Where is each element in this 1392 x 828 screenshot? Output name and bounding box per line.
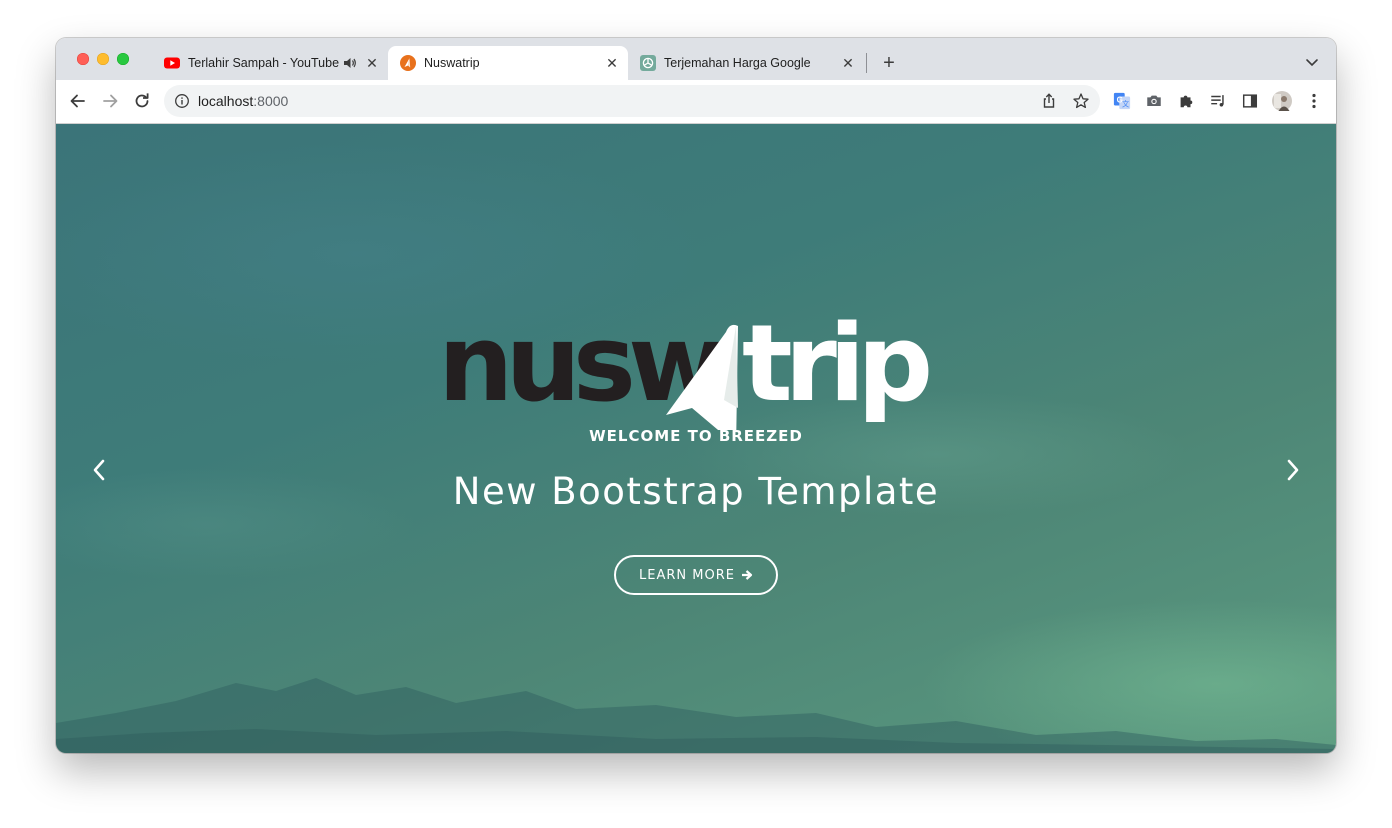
arrow-right-icon [741, 570, 753, 580]
new-tab-button[interactable]: + [878, 52, 900, 74]
speaker-icon[interactable] [342, 55, 358, 71]
tab-title: Terlahir Sampah - YouTube [188, 56, 340, 70]
browser-toolbar: localhost:8000 G文 [56, 80, 1336, 124]
address-bar[interactable]: localhost:8000 [164, 85, 1100, 117]
profile-avatar[interactable] [1272, 91, 1292, 111]
hero-section: nusw trip WELCOME TO BREEZED New Bootstr… [56, 124, 1336, 753]
chevron-down-icon[interactable] [1304, 54, 1320, 70]
info-icon[interactable] [174, 93, 190, 109]
extensions-icon[interactable] [1176, 91, 1196, 111]
tab-title: Terjemahan Harga Google [664, 56, 811, 70]
share-icon[interactable] [1040, 92, 1058, 110]
forward-icon[interactable] [100, 91, 120, 111]
url-host: localhost [198, 93, 254, 109]
google-translate-icon[interactable]: G文 [1112, 91, 1132, 111]
reload-icon[interactable] [132, 91, 152, 111]
browser-window: Terlahir Sampah - YouTube ✕ Nuswatrip ✕ [56, 38, 1336, 753]
youtube-icon [164, 57, 180, 69]
nuswatrip-icon [400, 55, 416, 71]
logo-light-text: trip [742, 302, 929, 425]
url-port: :8000 [253, 93, 289, 109]
tab-google-translate[interactable]: Terjemahan Harga Google ✕ [628, 46, 864, 80]
camera-icon[interactable] [1144, 91, 1164, 111]
star-icon[interactable] [1072, 92, 1090, 110]
svg-text:文: 文 [1122, 99, 1129, 108]
close-tab-icon[interactable]: ✕ [840, 55, 856, 71]
media-icon[interactable] [1208, 91, 1228, 111]
minimize-window-button[interactable] [97, 53, 109, 65]
menu-icon[interactable] [1304, 91, 1324, 111]
maximize-window-button[interactable] [117, 53, 129, 65]
mountain-silhouette [56, 678, 1336, 753]
close-tab-icon[interactable]: ✕ [364, 55, 380, 71]
carousel-next-icon[interactable] [1282, 454, 1304, 486]
back-icon[interactable] [68, 91, 88, 111]
welcome-text: WELCOME TO BREEZED [589, 427, 803, 445]
url-text: localhost:8000 [198, 93, 288, 109]
tab-title: Nuswatrip [424, 56, 480, 70]
tab-strip: Terlahir Sampah - YouTube ✕ Nuswatrip ✕ [56, 38, 1336, 80]
tab-separator [866, 53, 867, 73]
learn-more-label: LEARN MORE [639, 567, 735, 583]
chatgpt-icon [640, 55, 656, 71]
hero-headline: New Bootstrap Template [452, 470, 940, 513]
close-tab-icon[interactable]: ✕ [604, 55, 620, 71]
side-panel-icon[interactable] [1240, 91, 1260, 111]
tab-nuswatrip[interactable]: Nuswatrip ✕ [388, 46, 628, 80]
close-window-button[interactable] [77, 53, 89, 65]
carousel-prev-icon[interactable] [88, 454, 110, 486]
learn-more-button[interactable]: LEARN MORE [614, 555, 778, 595]
tab-youtube[interactable]: Terlahir Sampah - YouTube ✕ [152, 46, 388, 80]
nuswatrip-logo: nusw trip [438, 302, 937, 430]
